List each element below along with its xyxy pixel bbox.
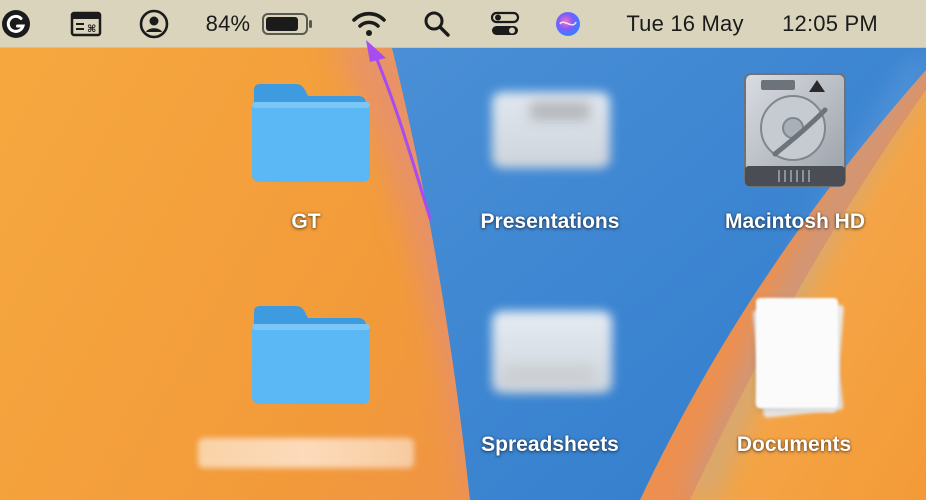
desktop-item-spreadsheets[interactable]: Spreadsheets (470, 305, 635, 470)
battery-percentage: 84% (205, 10, 251, 36)
desktop-item-macintosh-hd[interactable]: Macintosh HD (705, 68, 885, 248)
desktop-item-label: Spreadsheets (481, 433, 619, 456)
hard-drive-icon (744, 73, 846, 187)
battery-icon[interactable] (260, 0, 314, 47)
documents-stack-icon (748, 296, 848, 418)
wifi-icon[interactable] (350, 0, 388, 47)
blurred-item-label (198, 438, 414, 468)
desktop-item-presentations[interactable]: Presentations (470, 82, 635, 247)
desktop-item-gt[interactable]: GT (240, 78, 380, 248)
svg-text:⌘: ⌘ (87, 24, 96, 35)
menubar-date[interactable]: Tue 16 May (612, 0, 758, 47)
spotlight-search-icon[interactable] (420, 0, 454, 47)
folder-icon (252, 84, 370, 182)
desktop-item-folder[interactable] (196, 300, 426, 495)
desktop-item-label: Presentations (480, 210, 620, 233)
menubar-time[interactable]: 12:05 PM (768, 0, 892, 47)
siri-icon[interactable] (552, 0, 584, 47)
folder-icon (252, 306, 370, 404)
keyboard-shortcuts-icon[interactable]: ⌘ (68, 0, 104, 47)
control-center-icon[interactable] (488, 0, 522, 47)
grammarly-icon[interactable] (0, 0, 36, 47)
blurred-folder-icon-shadow (504, 365, 594, 385)
desktop-item-label: Macintosh HD (724, 210, 866, 233)
desktop-item-documents[interactable]: Documents (720, 290, 880, 470)
menu-bar: ⌘ 84% Tue 16 May 12:05 PM (0, 0, 926, 48)
blurred-folder-icon-shadow (530, 102, 590, 120)
desktop-item-label: Documents (736, 433, 852, 456)
desktop-item-label: GT (291, 210, 321, 233)
user-account-icon[interactable] (137, 0, 171, 47)
